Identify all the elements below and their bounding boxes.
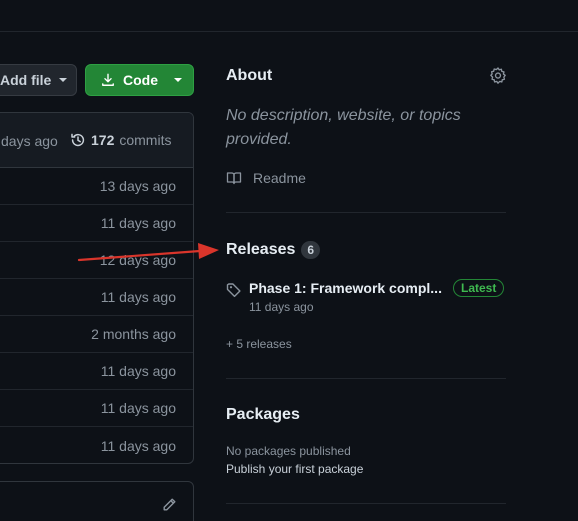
repo-page: Add file Code days ago 172 commits 13 da… [0,0,578,521]
annotation-arrow [77,243,219,262]
